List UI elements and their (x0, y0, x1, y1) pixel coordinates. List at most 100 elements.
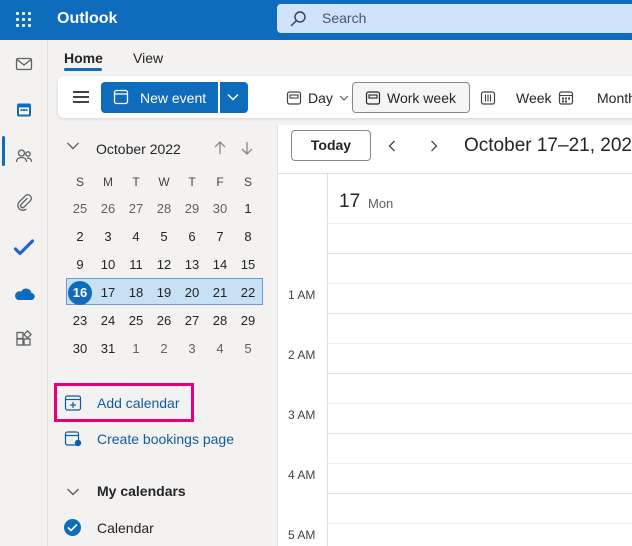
mini-calendar-day[interactable]: 25 (122, 307, 150, 335)
weekday-header: T (132, 175, 140, 189)
mini-calendar-title[interactable]: October 2022 (96, 141, 181, 157)
mini-calendar-day[interactable]: 4 (122, 223, 150, 251)
mini-calendar-day[interactable]: 31 (94, 335, 122, 363)
create-bookings-page-button[interactable]: Create bookings page (48, 424, 277, 454)
tab-home[interactable]: Home (64, 50, 103, 66)
time-label: 3 AM (288, 408, 316, 422)
people-icon[interactable] (0, 138, 48, 174)
add-calendar-button[interactable]: Add calendar (48, 388, 277, 418)
mini-calendar-day[interactable]: 16 (66, 279, 94, 307)
mini-calendar-day[interactable]: 25 (66, 195, 94, 223)
mini-calendar-day[interactable]: 14 (206, 251, 234, 279)
mini-calendar-day[interactable]: 20 (178, 279, 206, 307)
mini-calendar-day[interactable]: 6 (178, 223, 206, 251)
day-header-name: Mon (368, 196, 394, 211)
tab-view[interactable]: View (133, 50, 163, 66)
mini-calendar-day[interactable]: 3 (94, 223, 122, 251)
apps-icon[interactable] (0, 322, 48, 358)
mini-calendar-day[interactable]: 30 (206, 195, 234, 223)
view-work-week-button[interactable]: Work week (352, 82, 470, 113)
view-month-button[interactable]: Month (554, 82, 632, 113)
onedrive-icon[interactable] (0, 276, 48, 312)
view-week-button[interactable]: Week (474, 82, 552, 113)
my-calendars-heading: My calendars (97, 483, 186, 499)
mini-calendar-day[interactable]: 1 (234, 195, 262, 223)
search-input[interactable]: Search (277, 4, 632, 33)
mini-calendar-day[interactable]: 26 (94, 195, 122, 223)
mini-calendar-day[interactable]: 30 (66, 335, 94, 363)
ribbon-tabs: Home View (48, 40, 632, 72)
time-slot-line (327, 223, 632, 224)
search-icon (290, 11, 306, 27)
time-label: 5 AM (288, 528, 316, 542)
mini-calendar-day[interactable]: 26 (150, 307, 178, 335)
view-week-label: Week (516, 90, 552, 106)
today-button[interactable]: Today (291, 130, 371, 161)
mini-calendar-day[interactable]: 12 (150, 251, 178, 279)
calendar-work-week-view: Today October 17–21, 2022 17 Mon 1 AM 2 A… (277, 125, 632, 546)
hamburger-menu-icon[interactable] (73, 91, 89, 103)
mini-calendar-day[interactable]: 2 (150, 335, 178, 363)
bookings-icon (64, 431, 82, 447)
arrow-up-icon[interactable] (213, 140, 227, 156)
calendar-icon[interactable] (0, 92, 48, 128)
week-view-icon (480, 91, 496, 105)
arrow-down-icon[interactable] (240, 140, 254, 156)
time-column-divider (327, 173, 328, 546)
view-month-label: Month (597, 90, 632, 106)
mini-calendar-day[interactable]: 10 (94, 251, 122, 279)
mini-calendar-day[interactable]: 18 (122, 279, 150, 307)
mini-calendar-day[interactable]: 9 (66, 251, 94, 279)
calendar-item-label: Calendar (97, 520, 154, 536)
mail-icon[interactable] (0, 46, 48, 82)
attachment-icon[interactable] (0, 184, 48, 220)
mini-calendar-day[interactable]: 28 (150, 195, 178, 223)
mini-calendar-day[interactable]: 27 (122, 195, 150, 223)
mini-calendar-day[interactable]: 28 (206, 307, 234, 335)
mini-calendar-day[interactable]: 3 (178, 335, 206, 363)
mini-calendar-day[interactable]: 4 (206, 335, 234, 363)
day-header-number[interactable]: 17 (339, 191, 360, 213)
time-slot-line (327, 523, 632, 524)
mini-calendar-day[interactable]: 24 (94, 307, 122, 335)
mini-calendar-day[interactable]: 29 (178, 195, 206, 223)
mini-calendar-day[interactable]: 17 (94, 279, 122, 307)
mini-calendar-day[interactable]: 7 (206, 223, 234, 251)
mini-calendar-day[interactable]: 1 (122, 335, 150, 363)
weekday-header: W (158, 175, 170, 189)
my-calendars-group-header[interactable]: My calendars (48, 477, 277, 507)
add-calendar-icon (64, 395, 82, 411)
time-slot-line (327, 283, 632, 284)
todo-icon[interactable] (0, 230, 48, 266)
checkmark-icon (67, 523, 78, 532)
new-event-button[interactable]: New event (101, 82, 218, 113)
mini-calendar-day[interactable]: 23 (66, 307, 94, 335)
mini-calendar-header: October 2022 (48, 125, 277, 165)
mini-calendar-day[interactable]: 27 (178, 307, 206, 335)
mini-calendar-day[interactable]: 19 (150, 279, 178, 307)
new-event-dropdown-button[interactable] (220, 82, 248, 113)
weekday-header: T (188, 175, 196, 189)
calendar-list-item[interactable]: Calendar (48, 513, 277, 543)
mini-calendar-day[interactable]: 8 (234, 223, 262, 251)
tab-home-underline (64, 68, 102, 71)
mini-calendar-day[interactable]: 15 (234, 251, 262, 279)
mini-calendar-day[interactable]: 22 (234, 279, 262, 307)
mini-calendar-day[interactable]: 21 (206, 279, 234, 307)
mini-calendar-day[interactable]: 13 (178, 251, 206, 279)
time-slot-line (327, 373, 632, 374)
mini-calendar-day[interactable]: 5 (234, 335, 262, 363)
calendar-checkbox[interactable] (64, 519, 81, 536)
new-event-calendar-icon (113, 89, 129, 105)
mini-calendar-day[interactable]: 5 (150, 223, 178, 251)
chevron-down-icon[interactable] (66, 141, 80, 151)
mini-calendar-day[interactable]: 2 (66, 223, 94, 251)
view-day-button[interactable]: Day (278, 82, 350, 113)
app-title[interactable]: Outlook (57, 10, 117, 28)
app-launcher-icon[interactable] (14, 10, 34, 30)
chevron-right-icon[interactable] (429, 139, 439, 153)
chevron-left-icon[interactable] (387, 139, 397, 153)
time-slot-line (327, 343, 632, 344)
mini-calendar-day[interactable]: 11 (122, 251, 150, 279)
mini-calendar-day[interactable]: 29 (234, 307, 262, 335)
